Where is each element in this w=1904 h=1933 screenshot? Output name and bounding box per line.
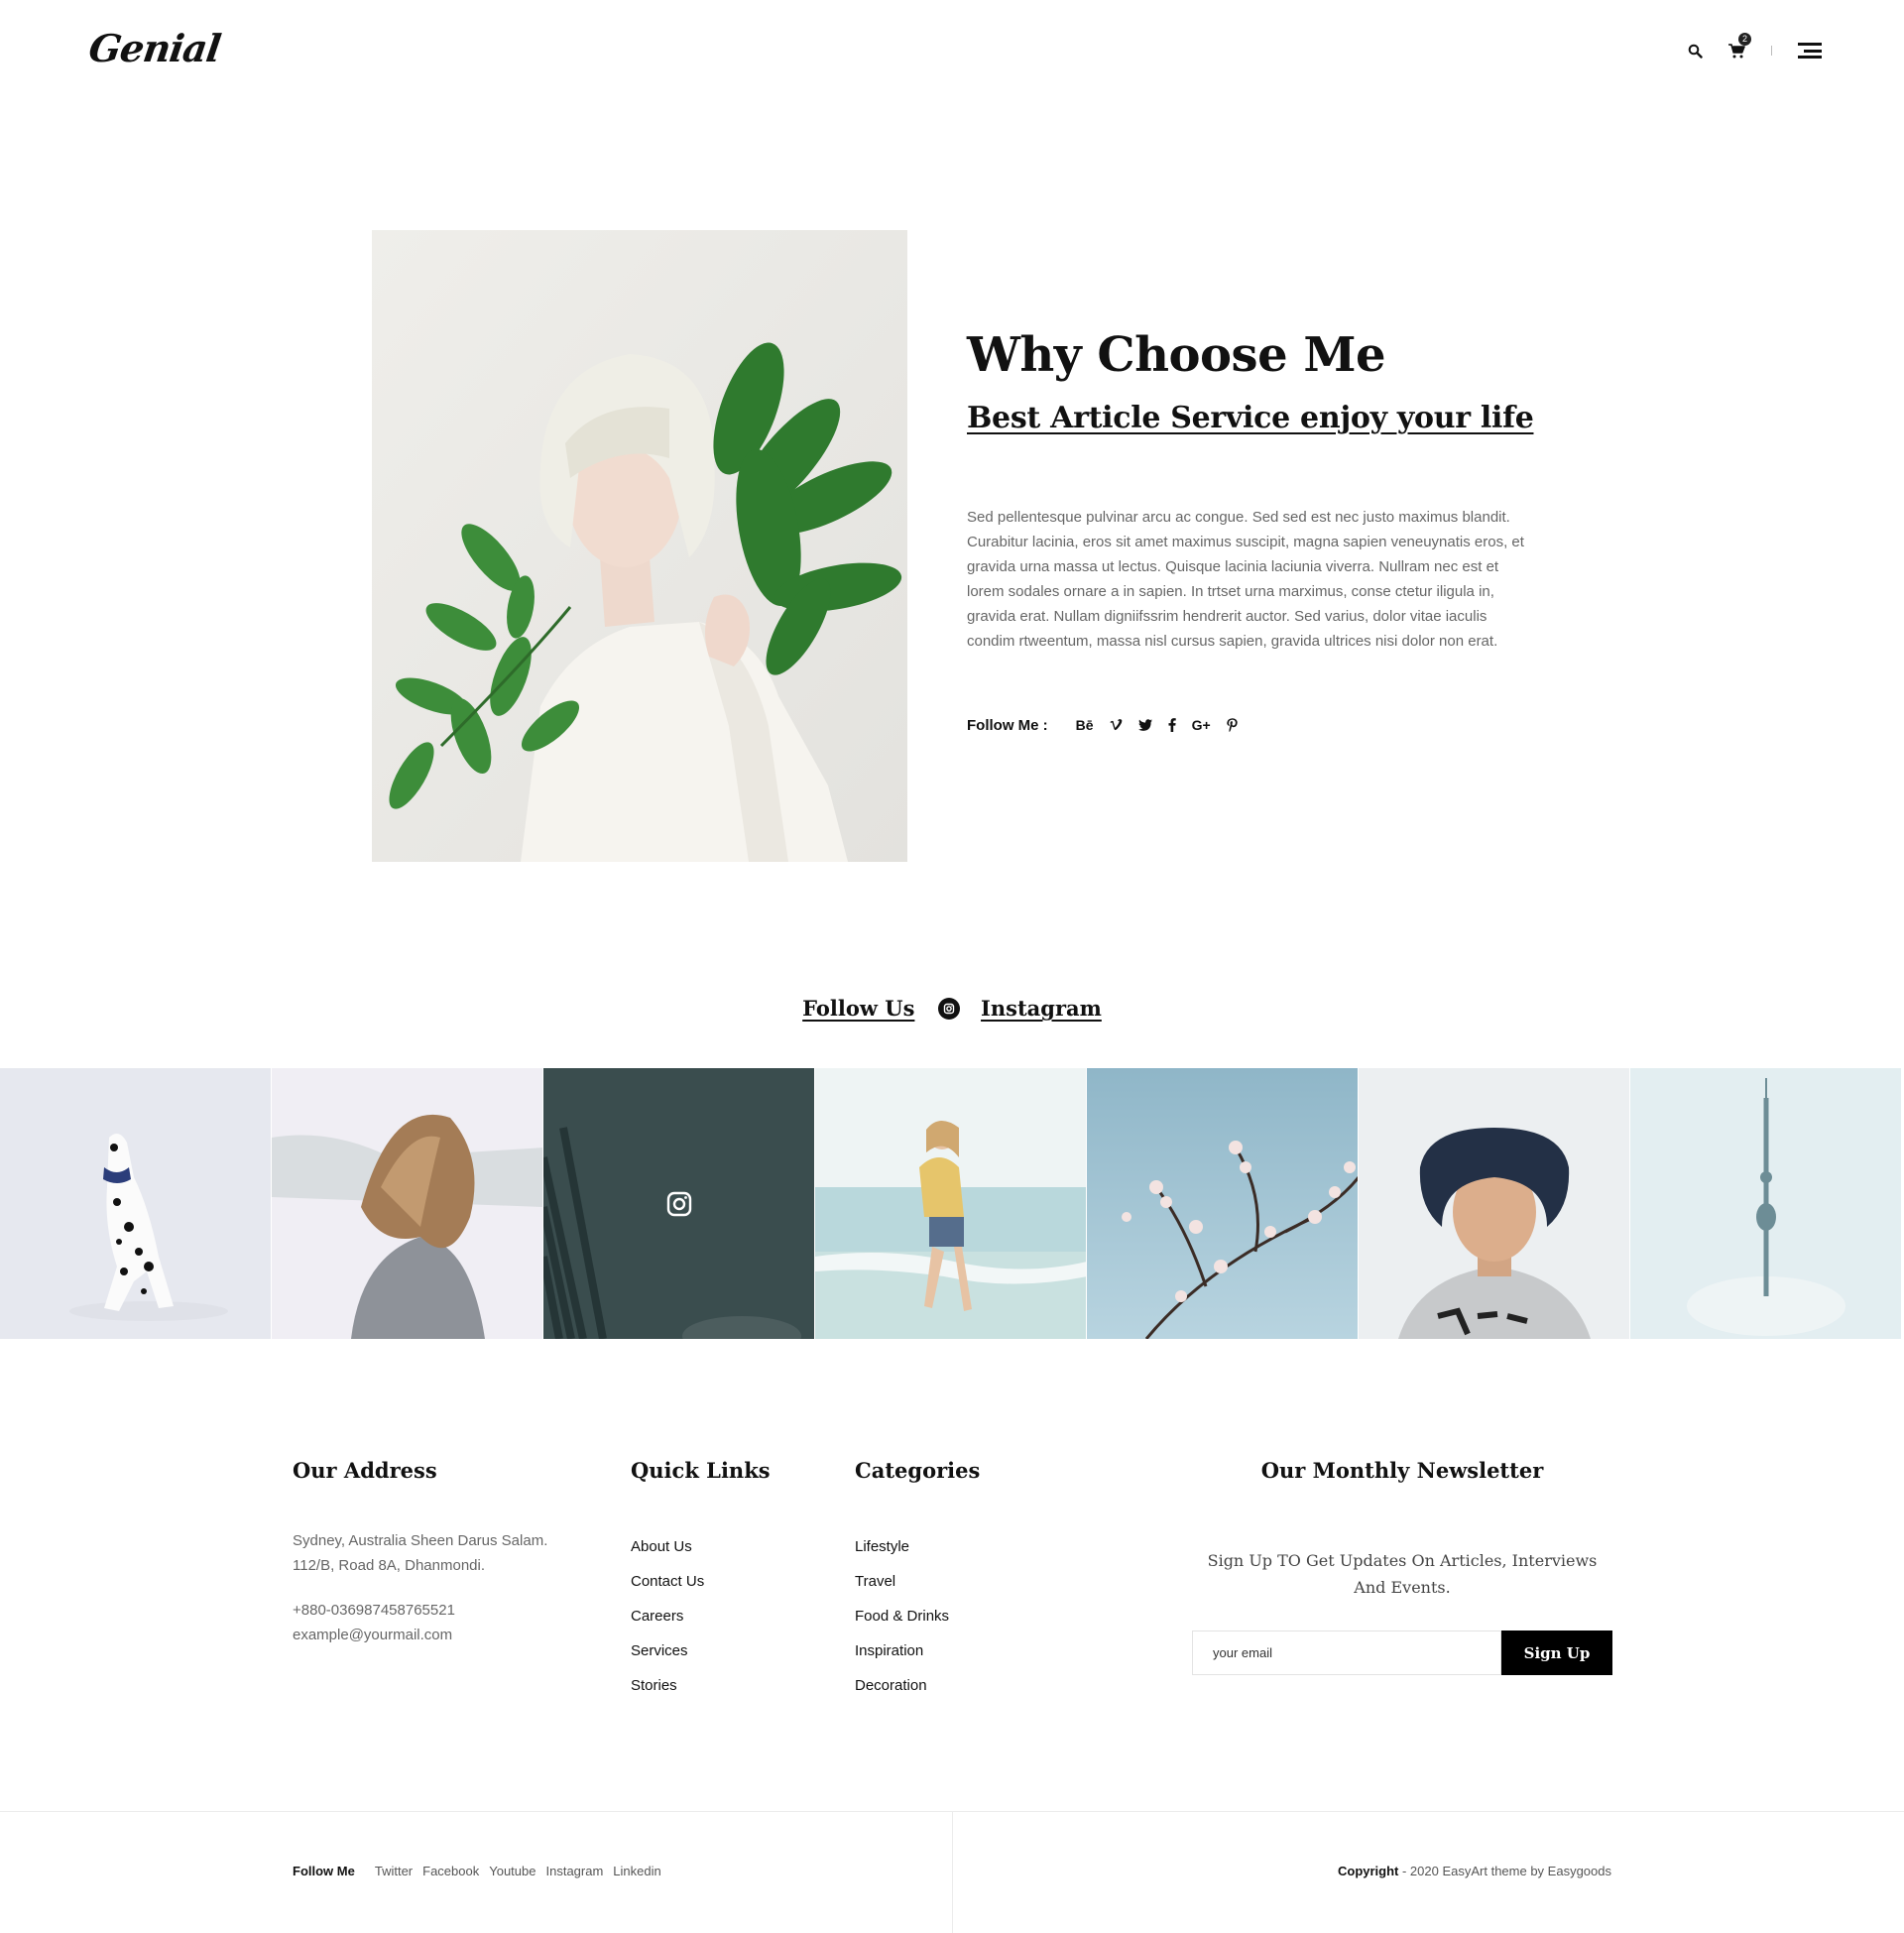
google-plus-icon[interactable]: G+ (1192, 717, 1211, 733)
newsletter-form: Sign Up (1192, 1631, 1612, 1675)
about-body-text: Sed pellentesque pulvinar arcu ac congue… (967, 508, 1524, 650)
newsletter-title: Our Monthly Newsletter (1260, 1458, 1544, 1483)
category-food-drinks[interactable]: Food & Drinks (855, 1599, 949, 1633)
instagram-photo-beach[interactable] (815, 1068, 1087, 1339)
about-follow-row: Follow Me : Bē G+ (967, 717, 1542, 734)
quick-link-contact-us[interactable]: Contact Us (631, 1564, 704, 1599)
about-portrait-image (372, 230, 907, 862)
facebook-icon[interactable] (1168, 718, 1176, 733)
social-icons: Bē G+ (1076, 717, 1253, 733)
instagram-photo-blossom[interactable] (1087, 1068, 1359, 1339)
category-lifestyle[interactable]: Lifestyle (855, 1529, 949, 1564)
quick-links-list: About Us Contact Us Careers Services Sto… (631, 1529, 704, 1703)
address-title: Our Address (293, 1458, 437, 1483)
address-line: 112/B, Road 8A, Dhanmondi. (293, 1557, 486, 1574)
about-section: Why Choose Me Best Article Service enjoy… (967, 327, 1542, 734)
quick-links-title: Quick Links (631, 1458, 771, 1483)
cart-count-badge: 2 (1738, 33, 1751, 46)
about-title: Why Choose Me (967, 327, 1385, 383)
instagram-photo-dog[interactable] (0, 1068, 272, 1339)
newsletter-description: Sign Up TO Get Updates On Articles, Inte… (1207, 1551, 1598, 1597)
instagram-link[interactable]: Instagram (981, 996, 1102, 1021)
copyright: Copyright - 2020 EasyArt theme by Easygo… (1338, 1864, 1611, 1878)
follow-us-link[interactable]: Follow Us (802, 996, 914, 1021)
bottom-link-facebook[interactable]: Facebook (422, 1864, 479, 1878)
address-phone: +880-036987458765521 (293, 1602, 455, 1619)
categories-list: Lifestyle Travel Food & Drinks Inspirati… (855, 1529, 949, 1703)
quick-link-stories[interactable]: Stories (631, 1668, 704, 1703)
instagram-gallery (0, 1068, 1904, 1339)
copyright-text: - 2020 EasyArt theme by Easygoods (1398, 1864, 1611, 1878)
instagram-icon (937, 997, 960, 1020)
header-actions: 2 (1684, 33, 1822, 61)
instagram-photo-man-hat[interactable] (1359, 1068, 1630, 1339)
category-travel[interactable]: Travel (855, 1564, 949, 1599)
instagram-heading: Follow Us Instagram (0, 996, 1904, 1022)
vimeo-icon[interactable] (1110, 719, 1123, 731)
address-line: Sydney, Australia Sheen Darus Salam. (293, 1532, 548, 1549)
category-inspiration[interactable]: Inspiration (855, 1633, 949, 1668)
newsletter-email-input[interactable] (1192, 1631, 1501, 1675)
bottom-social-links: Follow Me Twitter Facebook Youtube Insta… (293, 1864, 671, 1878)
quick-link-careers[interactable]: Careers (631, 1599, 704, 1633)
bottom-vertical-divider (952, 1811, 953, 1933)
copyright-label: Copyright (1337, 1864, 1399, 1878)
pinterest-icon[interactable] (1226, 718, 1238, 733)
cart-icon[interactable]: 2 (1726, 33, 1751, 61)
search-icon[interactable] (1684, 40, 1706, 61)
instagram-hover-overlay (543, 1068, 814, 1339)
follow-me-label: Follow Me : (967, 716, 1048, 734)
bottom-link-linkedin[interactable]: Linkedin (613, 1864, 660, 1878)
instagram-icon (666, 1191, 691, 1216)
twitter-icon[interactable] (1137, 719, 1152, 731)
address-email[interactable]: example@yourmail.com (293, 1623, 547, 1647)
header-divider (1771, 46, 1772, 56)
bottom-link-youtube[interactable]: Youtube (489, 1864, 536, 1878)
site-logo[interactable]: Genial (86, 26, 223, 70)
instagram-photo-woman-hair[interactable] (272, 1068, 543, 1339)
bottom-link-twitter[interactable]: Twitter (375, 1864, 413, 1878)
categories-title: Categories (855, 1458, 981, 1483)
address-block: Sydney, Australia Sheen Darus Salam. 112… (293, 1528, 547, 1647)
quick-link-about-us[interactable]: About Us (631, 1529, 704, 1564)
menu-icon[interactable] (1796, 43, 1822, 59)
behance-icon[interactable]: Bē (1076, 717, 1094, 733)
bottom-follow-label: Follow Me (293, 1864, 355, 1878)
site-header: Genial 2 (0, 0, 1904, 99)
about-subtitle-link[interactable]: Best Article Service enjoy your life (967, 401, 1534, 435)
instagram-photo-building[interactable] (543, 1068, 815, 1339)
bottom-link-instagram[interactable]: Instagram (545, 1864, 603, 1878)
category-decoration[interactable]: Decoration (855, 1668, 949, 1703)
instagram-photo-tower[interactable] (1630, 1068, 1902, 1339)
newsletter-signup-button[interactable]: Sign Up (1501, 1631, 1612, 1675)
quick-link-services[interactable]: Services (631, 1633, 704, 1668)
